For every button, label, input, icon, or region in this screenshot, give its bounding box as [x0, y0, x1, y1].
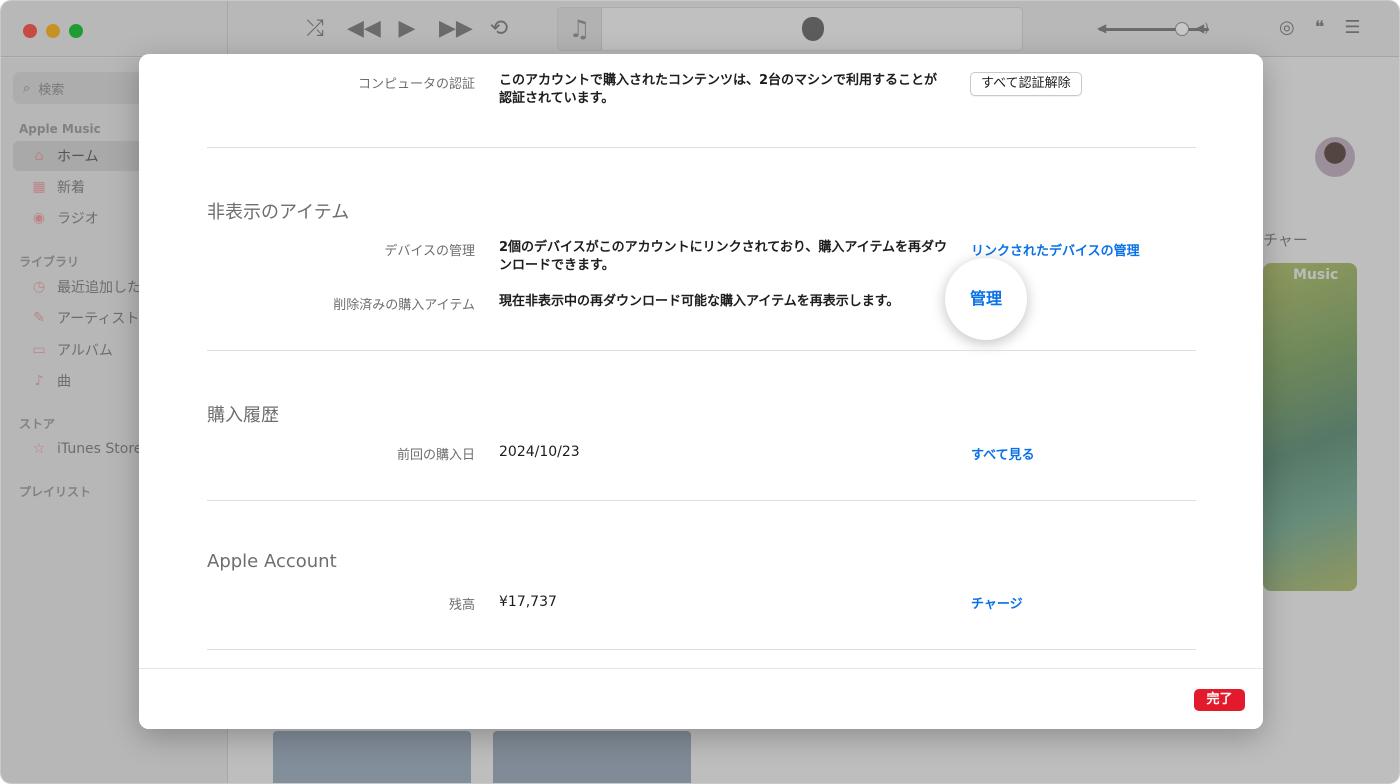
sheet-footer: 完了	[139, 668, 1263, 729]
balance-value: ¥17,737	[499, 594, 557, 610]
add-funds-link[interactable]: チャージ	[971, 593, 1023, 612]
section-divider	[207, 147, 1196, 148]
section-divider	[207, 350, 1196, 351]
last-purchase-label: 前回の購入日	[396, 448, 475, 463]
computer-auth-text: このアカウントで購入されたコンテンツは、2台のマシンで利用することが認証されてい…	[499, 73, 938, 106]
section-divider	[207, 500, 1196, 501]
manage-hidden-purchases-link[interactable]: 管理	[945, 258, 1027, 340]
purchase-history-title: 購入履歴	[207, 405, 279, 426]
account-settings-sheet: コンピュータの認証 このアカウントで購入されたコンテンツは、2台のマシンで利用す…	[139, 54, 1263, 729]
device-manage-text: 2個のデバイスがこのアカウントにリンクされており、購入アイテムを再ダウンロードで…	[499, 240, 948, 273]
last-purchase-value: 2024/10/23	[499, 444, 580, 460]
apple-account-title: Apple Account	[207, 551, 337, 572]
device-manage-label: デバイスの管理	[384, 244, 475, 259]
computer-auth-label: コンピュータの認証	[357, 77, 475, 92]
deleted-purchases-label: 削除済みの購入アイテム	[333, 298, 475, 313]
balance-label: 残高	[448, 598, 475, 613]
section-divider	[207, 649, 1196, 650]
see-all-link[interactable]: すべて見る	[971, 444, 1035, 463]
done-button[interactable]: 完了	[1194, 689, 1245, 711]
deleted-purchases-text: 現在非表示中の再ダウンロード可能な購入アイテムを再表示します。	[499, 294, 900, 309]
manage-linked-devices-link[interactable]: リンクされたデバイスの管理	[971, 240, 1140, 259]
hidden-items-title: 非表示のアイテム	[207, 202, 350, 223]
deauthorize-all-button[interactable]: すべて認証解除	[970, 72, 1082, 96]
